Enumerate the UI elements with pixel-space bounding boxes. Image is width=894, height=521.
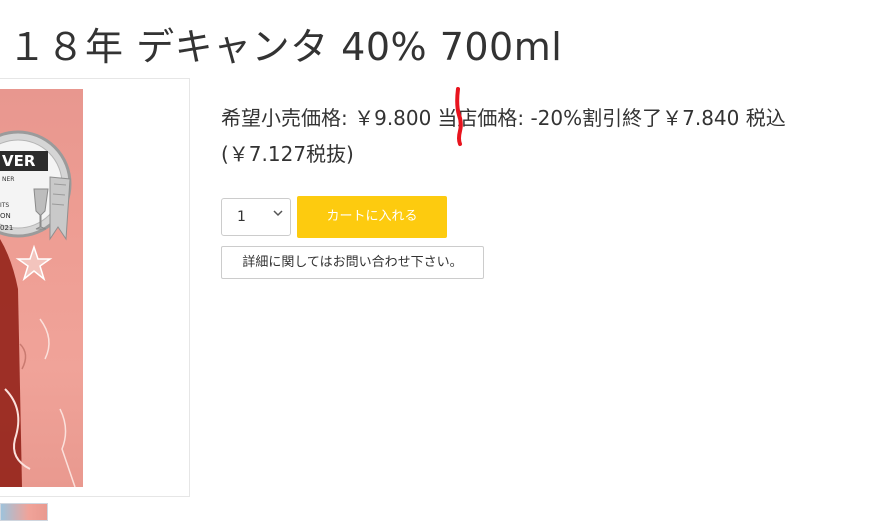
product-title: １８年 デキャンタ 40% 700ml xyxy=(8,25,563,69)
add-to-cart-button[interactable]: カートに入れる xyxy=(297,196,447,238)
tax-excluded-price: (￥7.127税抜) xyxy=(221,142,354,166)
product-thumbnail[interactable] xyxy=(0,503,48,521)
inquiry-button[interactable]: 詳細に関してはお問い合わせ下さい。 xyxy=(221,246,484,279)
store-price: 当店価格: -20%割引終了￥7.840 税込 xyxy=(437,106,786,130)
quantity-select[interactable]: 1 xyxy=(221,198,291,236)
chevron-down-icon xyxy=(273,210,283,217)
product-image-art: VER NER ITS ON 021 xyxy=(0,130,76,487)
quantity-value: 1 xyxy=(237,209,246,225)
product-image[interactable]: VER NER ITS ON 021 xyxy=(0,89,83,487)
medal-text-1: VER xyxy=(2,152,36,170)
price-line-1: 希望小売価格: ￥9.800 当店価格: -20%割引終了￥7.840 税込 xyxy=(221,100,881,136)
medal-text-3: ITS xyxy=(0,202,9,209)
price-block: 希望小売価格: ￥9.800 当店価格: -20%割引終了￥7.840 税込 (￥… xyxy=(221,100,881,172)
msrp-price: 希望小売価格: ￥9.800 xyxy=(221,106,432,130)
product-page: １８年 デキャンタ 40% 700ml VER NER ITS ON 021 希… xyxy=(0,0,894,521)
product-image-frame: VER NER ITS ON 021 xyxy=(0,78,190,497)
medal-text-2: NER xyxy=(2,176,14,183)
medal-text-5: 021 xyxy=(0,224,13,232)
medal-text-4: ON xyxy=(0,212,11,220)
